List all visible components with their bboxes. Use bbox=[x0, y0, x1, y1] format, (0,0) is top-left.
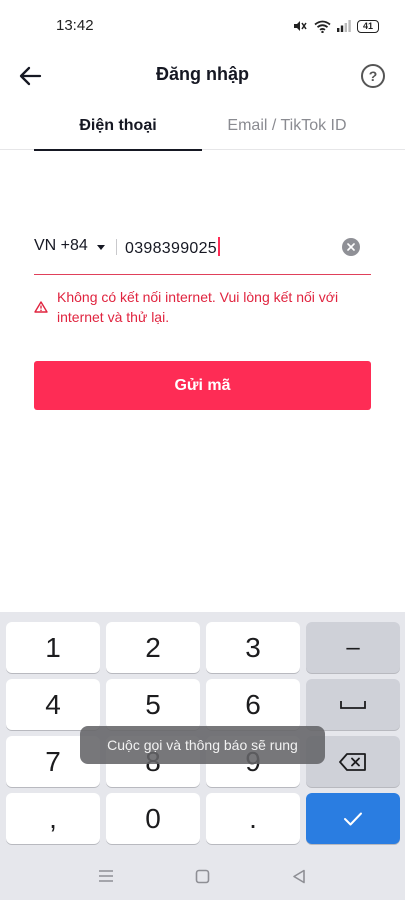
key-6[interactable]: 6 bbox=[206, 679, 300, 730]
key-1[interactable]: 1 bbox=[6, 622, 100, 673]
key-period[interactable]: . bbox=[206, 793, 300, 844]
send-code-button[interactable]: Gửi mã bbox=[34, 361, 371, 410]
phone-number-value: 0398399025 bbox=[125, 240, 217, 257]
key-2[interactable]: 2 bbox=[106, 622, 200, 673]
mute-vibrate-icon bbox=[294, 21, 307, 31]
page-title: Đăng nhập bbox=[156, 64, 249, 84]
error-message: Không có kết nối internet. Vui lòng kết … bbox=[34, 287, 374, 327]
key-5[interactable]: 5 bbox=[106, 679, 200, 730]
text-cursor bbox=[217, 237, 220, 256]
key-comma[interactable]: , bbox=[6, 793, 100, 844]
checkmark-icon bbox=[344, 812, 362, 825]
signal-icon bbox=[337, 20, 351, 32]
login-screen: 13:42 41 Đăng nhập ? Điện thoại Email / … bbox=[0, 0, 405, 900]
login-method-tabs: Điện thoại Email / TikTok ID bbox=[0, 105, 405, 151]
key-4[interactable]: 4 bbox=[6, 679, 100, 730]
nav-menu-button[interactable] bbox=[95, 866, 117, 886]
wifi-icon bbox=[314, 20, 331, 33]
error-text: Không có kết nối internet. Vui lòng kết … bbox=[57, 289, 339, 325]
key-space[interactable] bbox=[306, 679, 400, 730]
phone-number-input[interactable]: 0398399025 bbox=[125, 237, 220, 258]
key-dash[interactable]: – bbox=[306, 622, 400, 673]
phone-input-row: VN +84 0398399025 bbox=[34, 228, 371, 268]
backspace-icon bbox=[339, 752, 366, 771]
key-3[interactable]: 3 bbox=[206, 622, 300, 673]
battery-icon: 41 bbox=[357, 19, 379, 33]
question-circle-icon[interactable]: ? bbox=[361, 64, 385, 88]
menu-icon bbox=[99, 870, 113, 882]
key-0[interactable]: 0 bbox=[106, 793, 200, 844]
status-time: 13:42 bbox=[56, 17, 94, 34]
country-code-selector[interactable]: VN +84 bbox=[34, 237, 105, 255]
toast-message: Cuộc gọi và thông báo sẽ rung bbox=[80, 726, 325, 764]
country-code: VN +84 bbox=[34, 237, 88, 254]
clear-input-button[interactable] bbox=[342, 238, 360, 256]
key-enter[interactable] bbox=[306, 793, 400, 844]
space-icon bbox=[340, 700, 366, 709]
status-icons: 41 bbox=[292, 17, 379, 35]
divider bbox=[116, 239, 117, 255]
caret-down-icon bbox=[96, 244, 105, 250]
input-underline-error bbox=[34, 274, 371, 275]
tab-phone[interactable]: Điện thoại bbox=[34, 105, 202, 151]
nav-back-button[interactable] bbox=[288, 866, 310, 886]
system-nav-bar bbox=[0, 852, 405, 900]
warning-icon bbox=[34, 301, 48, 313]
tab-email-tiktok-id[interactable]: Email / TikTok ID bbox=[202, 105, 372, 150]
close-icon bbox=[347, 243, 355, 251]
header: Đăng nhập ? bbox=[0, 52, 405, 100]
nav-home-button[interactable] bbox=[191, 866, 213, 886]
back-triangle-icon bbox=[293, 869, 305, 883]
status-bar: 13:42 41 bbox=[0, 0, 405, 52]
home-icon bbox=[195, 869, 209, 883]
